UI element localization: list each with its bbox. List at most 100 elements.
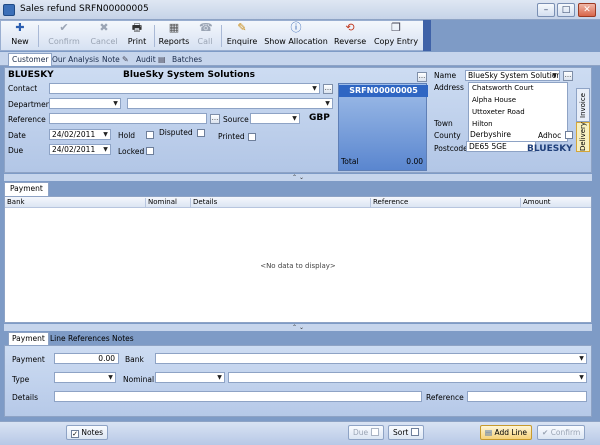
tab-note[interactable]: Note: [98, 53, 124, 66]
empty-grid-message: <No data to display>: [260, 262, 336, 270]
printed-checkbox[interactable]: [248, 133, 256, 141]
add-line-icon: ▤: [485, 428, 493, 437]
reference-field[interactable]: [49, 113, 207, 124]
column-header-nominal[interactable]: Nominal: [145, 198, 190, 207]
tab-delivery[interactable]: Delivery: [576, 122, 590, 152]
batches-icon: ▤: [158, 55, 166, 64]
grid-splitter[interactable]: ⌃ ⌄: [4, 324, 592, 331]
total-label: Total: [341, 157, 359, 166]
contact-field[interactable]: ▼: [49, 83, 320, 94]
tab-payment[interactable]: Payment: [8, 332, 49, 345]
department-code-field[interactable]: ▼: [49, 98, 121, 109]
minimize-button[interactable]: –: [537, 3, 555, 17]
postcode-field[interactable]: DE65 5GE: [466, 141, 536, 152]
hold-checkbox[interactable]: [146, 131, 154, 139]
contact-lookup-button[interactable]: ...: [323, 84, 333, 94]
reference-lookup-button[interactable]: ...: [210, 114, 220, 124]
source-label: Source: [223, 115, 249, 124]
reports-icon: ▦: [168, 21, 180, 34]
nominal-name-field[interactable]: ▼: [228, 372, 587, 383]
tab-our-analysis[interactable]: Our Analysis: [48, 53, 103, 66]
line-tab-strip: Payment Line References Notes: [4, 332, 592, 345]
enquire-button[interactable]: ✎ Enquire: [226, 22, 258, 50]
locked-checkbox[interactable]: [146, 147, 154, 155]
document-number-panel: SRFN00000005 Total 0.00: [338, 83, 428, 171]
tab-invoice[interactable]: Invoice: [576, 88, 590, 122]
printed-label: Printed: [218, 132, 245, 141]
header-tab-strip: Customer Our Analysis Note ✎ Audit ▤ Bat…: [0, 52, 600, 66]
header-splitter[interactable]: ⌃ ⌄: [4, 174, 592, 181]
department-label: Department: [8, 100, 54, 109]
sort-toggle[interactable]: Sort: [388, 425, 424, 440]
column-header-bank[interactable]: Bank: [5, 198, 145, 207]
new-button[interactable]: ✚ New: [7, 22, 33, 50]
show-allocation-button[interactable]: ⓘ Show Allocation: [264, 22, 328, 50]
adhoc-checkbox[interactable]: [565, 131, 573, 139]
source-field[interactable]: ▼: [250, 113, 300, 124]
address-label: Address: [434, 83, 464, 92]
customer-header-panel: BLUESKY BlueSky System Solutions ... Con…: [4, 67, 592, 173]
toolbar-overflow-grip[interactable]: [423, 20, 431, 51]
payment-detail-panel: Payment 0.00 Bank ▼ Type ▼ Nominal ▼ ▼ D…: [4, 345, 592, 417]
due-checkbox: [370, 428, 379, 436]
name-field[interactable]: BlueSky System Solution ▼: [465, 70, 560, 81]
payment-amount-field[interactable]: 0.00: [54, 353, 119, 364]
reverse-button[interactable]: ⟲ Reverse: [334, 22, 366, 50]
contact-label: Contact: [8, 84, 38, 93]
chevron-down-icon: ▼: [292, 115, 297, 122]
address-line: Chatsworth Court: [472, 84, 534, 92]
copy-entry-button[interactable]: ❐ Copy Entry: [373, 22, 419, 50]
details-field[interactable]: [54, 391, 422, 402]
tab-customer[interactable]: Customer: [8, 53, 53, 66]
due-date-field[interactable]: 24/02/2011 ▼: [49, 144, 111, 155]
payment-label: Payment: [12, 355, 45, 364]
column-header-reference[interactable]: Reference: [370, 198, 520, 207]
disputed-checkbox[interactable]: [197, 129, 205, 137]
tab-audit[interactable]: Audit: [132, 53, 160, 66]
column-header-amount[interactable]: Amount: [520, 198, 591, 207]
confirm-button[interactable]: ✔ Confirm: [45, 22, 83, 50]
notes-toggle[interactable]: ✓ Notes: [66, 425, 109, 440]
bank-field[interactable]: ▼: [155, 353, 587, 364]
sort-checkbox: [410, 428, 419, 436]
copy-icon: ❐: [391, 21, 401, 34]
reports-button[interactable]: ▦ Reports: [158, 22, 190, 50]
add-line-button[interactable]: ▤ Add Line: [480, 425, 533, 440]
tab-payment-list[interactable]: Payment: [4, 182, 49, 196]
tab-notes[interactable]: Notes: [108, 332, 138, 345]
toolbar-separator: [221, 25, 222, 47]
chevron-down-icon: ▼: [552, 72, 557, 79]
check-icon: ✔: [542, 428, 549, 437]
date-field[interactable]: 24/02/2011 ▼: [49, 129, 111, 140]
town-label: Town: [434, 119, 453, 128]
reference-label: Reference: [8, 115, 46, 124]
type-field[interactable]: ▼: [54, 372, 116, 383]
close-button[interactable]: ✕: [578, 3, 596, 17]
printer-icon: 🖶: [131, 21, 143, 34]
nominal-code-field[interactable]: ▼: [155, 372, 225, 383]
tab-batches[interactable]: Batches: [168, 53, 206, 66]
column-header-details[interactable]: Details: [190, 198, 370, 207]
print-button[interactable]: 🖶 Print: [124, 22, 150, 50]
call-button[interactable]: ☎ Call: [194, 22, 216, 50]
details-label: Details: [12, 393, 39, 402]
type-label: Type: [12, 375, 30, 384]
phone-icon: ☎: [199, 21, 213, 34]
department-name-field[interactable]: ▼: [127, 98, 333, 109]
due-toggle[interactable]: Due: [348, 425, 384, 440]
toolbar-separator: [38, 25, 39, 47]
postcode-label: Postcode: [434, 144, 468, 153]
cancel-button[interactable]: ✖ Cancel: [87, 22, 121, 50]
line-reference-field[interactable]: [467, 391, 587, 402]
chevron-down-icon: ▼: [103, 146, 108, 153]
name-lookup-button[interactable]: ...: [563, 71, 573, 81]
maximize-button[interactable]: □: [557, 3, 575, 17]
chevron-down-icon: ▼: [103, 131, 108, 138]
tab-line-references[interactable]: Line References: [46, 332, 114, 345]
bank-label: Bank: [125, 355, 144, 364]
address-line: Hilton: [472, 120, 493, 128]
account-lookup-button[interactable]: ...: [417, 72, 427, 82]
confirm-line-button[interactable]: ✔ Confirm: [537, 425, 586, 440]
title-bar: Sales refund SRFN00000005 – □ ✕: [0, 0, 600, 20]
info-icon: ⓘ: [290, 21, 302, 34]
